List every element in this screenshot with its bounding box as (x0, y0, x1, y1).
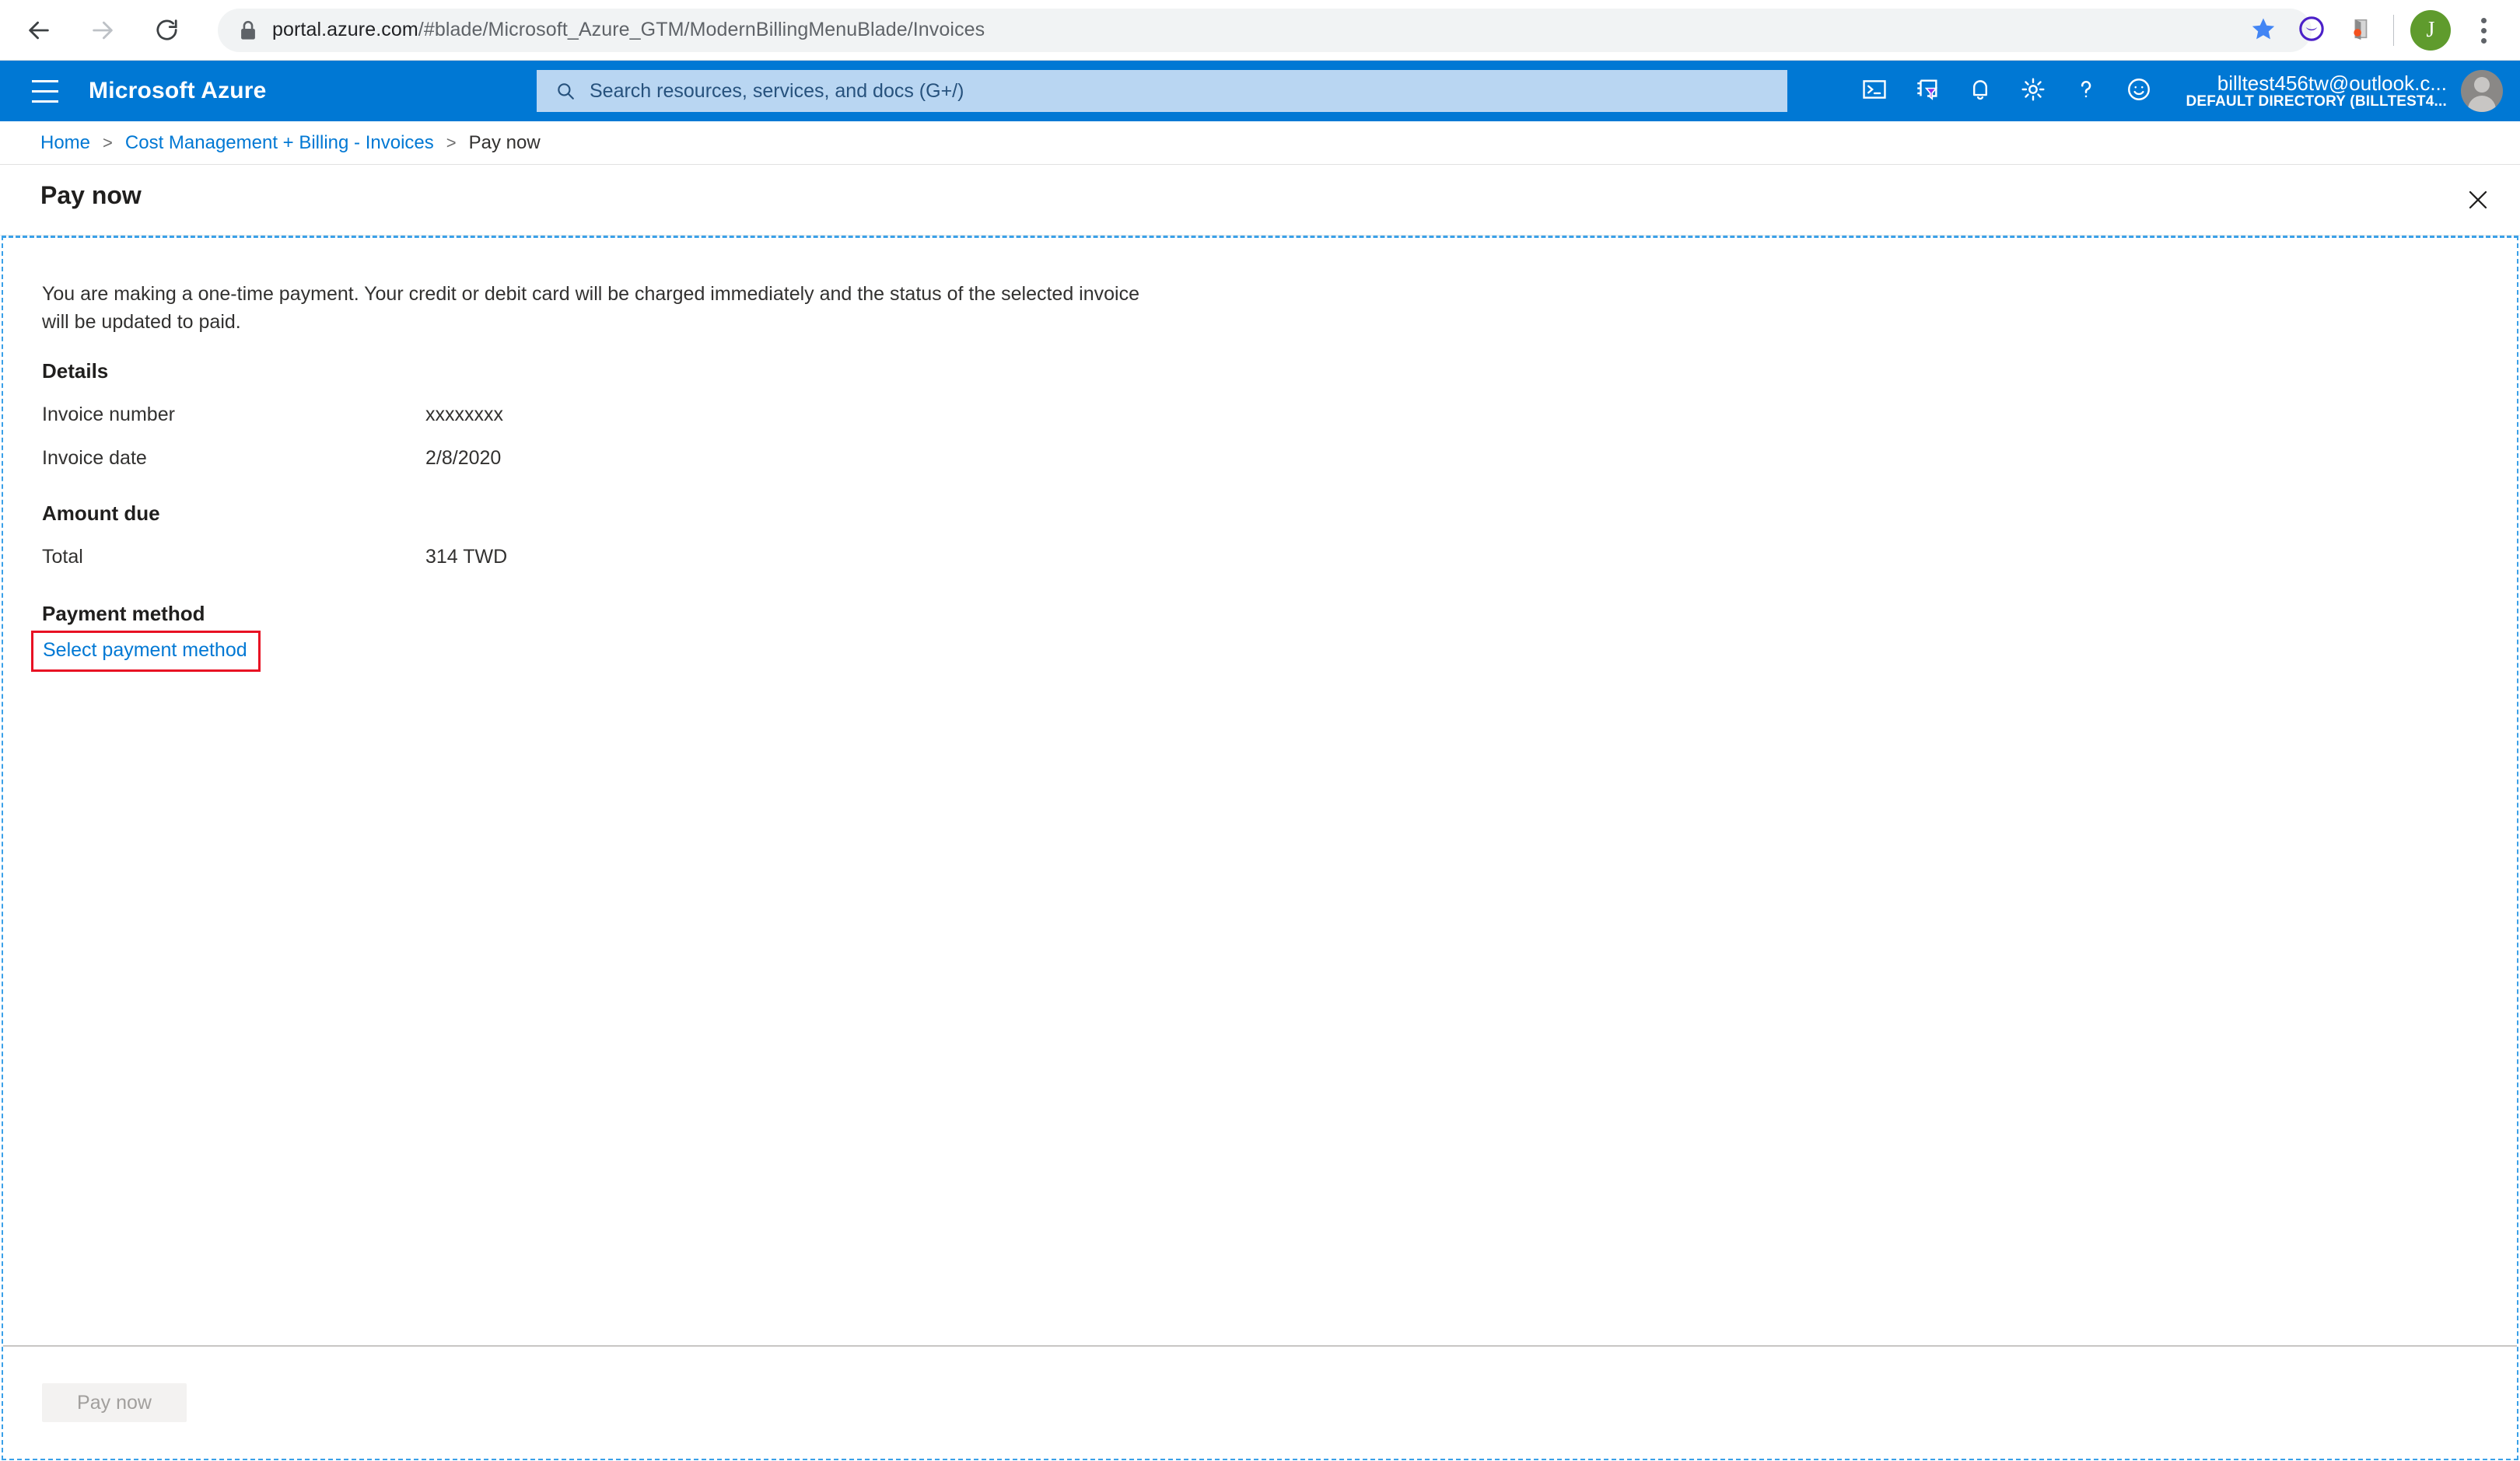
breadcrumb-item-current: Pay now (468, 131, 541, 153)
page-title: Pay now (40, 181, 142, 209)
blade-header: Pay now (0, 166, 2520, 236)
azure-brand-title[interactable]: Microsoft Azure (89, 78, 267, 104)
extension-pocket-button[interactable] (2337, 8, 2382, 53)
blade-content-region: You are making a one-time payment. Your … (2, 236, 2518, 1460)
breadcrumb-item-home[interactable]: Home (40, 132, 90, 154)
url-path: /#blade/Microsoft_Azure_GTM/ModernBillin… (418, 19, 985, 40)
breadcrumb-separator: > (103, 132, 113, 152)
close-blade-button[interactable] (2458, 181, 2498, 222)
feedback-smiley-icon (2126, 76, 2152, 107)
total-value: 314 TWD (425, 546, 508, 568)
browser-menu-button[interactable] (2461, 8, 2506, 53)
feedback-button[interactable] (2112, 65, 2165, 117)
global-search-placeholder: Search resources, services, and docs (G+… (590, 79, 964, 102)
account-directory: DEFAULT DIRECTORY (BILLTEST4... (2186, 93, 2447, 110)
azure-header-actions: billtest456tw@outlook.c... DEFAULT DIREC… (1848, 61, 2520, 121)
settings-button[interactable] (2007, 65, 2060, 117)
pay-now-button[interactable]: Pay now (42, 1383, 187, 1422)
browser-toolbar: portal.azure.com/#blade/Microsoft_Azure_… (0, 0, 2520, 61)
breadcrumb-separator: > (446, 132, 457, 152)
hamburger-menu-icon-line (32, 89, 58, 93)
help-button[interactable] (2060, 65, 2112, 117)
hamburger-menu-icon-line (32, 79, 58, 82)
pocket-extension-icon (2347, 16, 2373, 46)
blade-content: You are making a one-time payment. Your … (3, 238, 2517, 1345)
account-email: billtest456tw@outlook.c... (2217, 71, 2447, 95)
browser-toolbar-actions: J (2238, 0, 2520, 61)
details-heading: Details (42, 359, 109, 383)
bookmark-star-button[interactable] (2241, 8, 2286, 53)
lock-icon (240, 20, 257, 40)
azure-top-bar: Microsoft Azure Search resources, servic… (0, 61, 2520, 121)
avatar: J (2410, 10, 2451, 51)
notifications-button[interactable] (1954, 65, 2007, 117)
profile-button[interactable]: J (2408, 8, 2453, 53)
select-payment-method-link[interactable]: Select payment method (43, 639, 247, 661)
user-avatar-icon[interactable] (2461, 70, 2503, 112)
toolbar-divider (2393, 15, 2394, 46)
kebab-menu-icon-dot (2480, 37, 2487, 44)
help-question-icon (2073, 76, 2099, 107)
reload-icon (154, 17, 180, 43)
global-search-input[interactable]: Search resources, services, and docs (G+… (537, 70, 1787, 112)
portal-menu-button[interactable] (23, 69, 67, 113)
url-host: portal.azure.com (272, 19, 418, 40)
address-bar[interactable]: portal.azure.com/#blade/Microsoft_Azure_… (218, 8, 2312, 52)
invoice-number-value: xxxxxxxx (425, 404, 503, 425)
directory-filter-button[interactable] (1901, 65, 1954, 117)
total-label: Total (42, 546, 83, 568)
notifications-bell-icon (1967, 76, 1993, 107)
blade-footer: Pay now (3, 1345, 2517, 1459)
invoice-number-label: Invoice number (42, 404, 175, 425)
account-info[interactable]: billtest456tw@outlook.c... DEFAULT DIREC… (2186, 72, 2447, 110)
star-icon (2250, 16, 2277, 46)
back-button[interactable] (16, 7, 62, 54)
crescent-extension-icon (2298, 16, 2325, 46)
arrow-right-icon (89, 17, 116, 44)
invoice-date-value: 2/8/2020 (425, 447, 502, 469)
kebab-menu-icon-dot (2480, 27, 2487, 33)
reload-button[interactable] (143, 7, 190, 54)
close-x-icon (2466, 188, 2490, 215)
invoice-date-label: Invoice date (42, 447, 147, 469)
cloud-shell-icon (1861, 76, 1888, 107)
settings-gear-icon (2020, 76, 2046, 107)
amount-due-heading: Amount due (42, 502, 160, 525)
hamburger-menu-icon-line (32, 100, 58, 103)
extension-crescent-button[interactable] (2289, 8, 2334, 53)
search-icon (555, 81, 576, 101)
cloud-shell-button[interactable] (1848, 65, 1901, 117)
breadcrumb: Home > Cost Management + Billing - Invoi… (0, 121, 2520, 165)
breadcrumb-item-cost-management[interactable]: Cost Management + Billing - Invoices (125, 132, 434, 154)
payment-description: You are making a one-time payment. Your … (42, 283, 1139, 333)
kebab-menu-icon-dot (2480, 17, 2487, 23)
address-bar-text: portal.azure.com/#blade/Microsoft_Azure_… (272, 19, 985, 41)
directory-filter-icon (1914, 76, 1941, 107)
select-payment-method-highlight: Select payment method (31, 631, 261, 672)
forward-button[interactable] (79, 7, 126, 54)
arrow-left-icon (26, 17, 52, 44)
payment-method-heading: Payment method (42, 602, 205, 625)
